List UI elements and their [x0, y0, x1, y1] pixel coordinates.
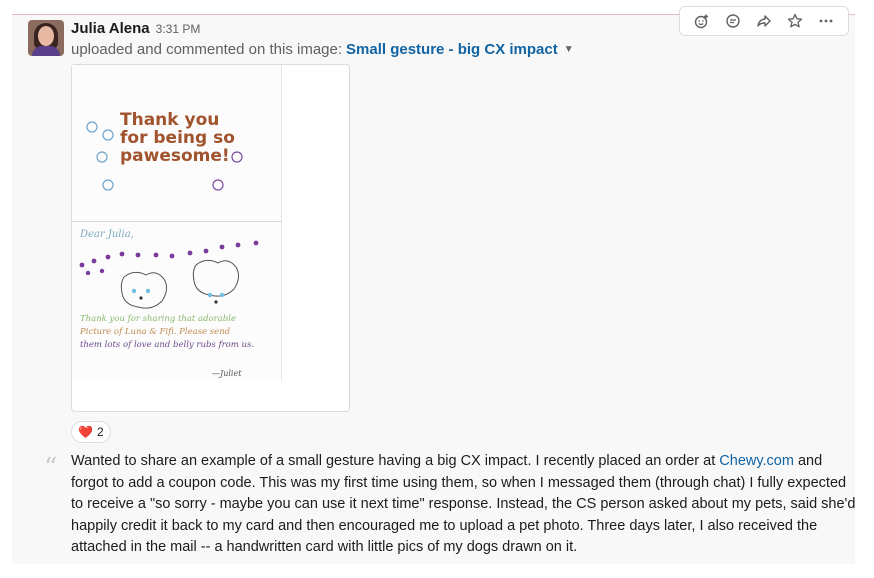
comment-icon[interactable] — [719, 9, 747, 33]
share-icon[interactable] — [750, 9, 778, 33]
image-attachment[interactable]: Thank you for being so pawesome! Dear Ju… — [71, 64, 350, 412]
reaction-pill[interactable]: ❤️ 2 — [71, 421, 111, 443]
body-line: happily credit it back to my card and th… — [71, 517, 818, 534]
reaction-count: 2 — [96, 425, 104, 439]
card-front-text: Thank you for being so pawesome! — [120, 110, 235, 166]
card-fold-line — [72, 221, 282, 222]
file-title-link[interactable]: Small gesture - big CX impact — [346, 41, 558, 58]
chewy-link[interactable]: Chewy.com — [719, 453, 794, 469]
star-icon[interactable] — [781, 9, 809, 33]
thank-you-card-image: Thank you for being so pawesome! Dear Ju… — [72, 65, 282, 381]
avatar[interactable] — [28, 20, 64, 56]
upload-subline: uploaded and commented on this image: Sm… — [71, 41, 574, 58]
message-actions-toolbar — [679, 6, 849, 36]
timestamp[interactable]: 3:31 PM — [156, 22, 201, 36]
card-signature: —Juliet — [212, 369, 242, 378]
body-line: attached in the mail -- a handwritten ca… — [71, 539, 578, 555]
more-actions-icon[interactable] — [812, 9, 840, 33]
card-handwritten-note: Thank you for sharing that adorable Pict… — [80, 314, 255, 350]
body-line: forgot to add a coupon code. This was my… — [71, 474, 847, 491]
message-body: Wanted to share an example of a small ge… — [71, 451, 856, 559]
message-header: Julia Alena 3:31 PM — [71, 20, 200, 37]
heart-icon: ❤️ — [78, 425, 93, 439]
body-line: Wanted to share an example of a small ge… — [71, 453, 823, 469]
chevron-down-icon[interactable]: ▼ — [564, 44, 574, 55]
author-name[interactable]: Julia Alena — [71, 20, 150, 37]
quote-icon: “ — [44, 453, 58, 483]
subline-prefix: uploaded and commented on this image: — [71, 41, 343, 58]
card-greeting: Dear Julia, — [80, 229, 134, 240]
add-reaction-icon[interactable] — [688, 9, 716, 33]
body-line: to receive a "so sorry - maybe you can u… — [71, 496, 856, 512]
